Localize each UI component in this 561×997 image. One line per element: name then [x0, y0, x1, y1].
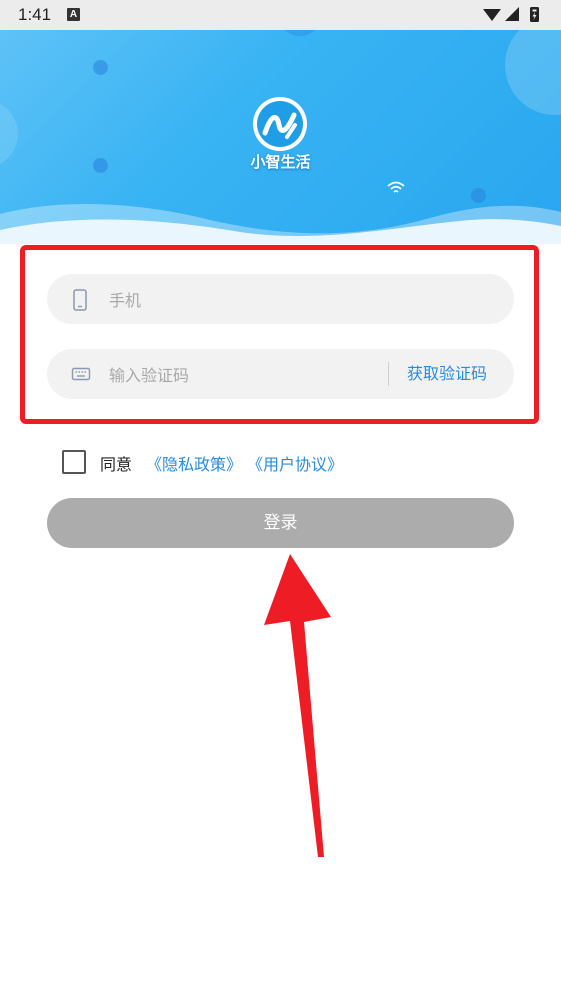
- verification-code-input[interactable]: [107, 349, 371, 401]
- wave-decoration: [0, 203, 561, 244]
- app-logo: [253, 97, 307, 151]
- agree-checkbox[interactable]: [62, 450, 86, 474]
- login-button[interactable]: 登录: [47, 498, 514, 548]
- phone-icon: [73, 289, 87, 311]
- notification-icon: A: [67, 8, 80, 21]
- verification-code-field[interactable]: 获取验证码: [47, 349, 514, 401]
- privacy-policy-link[interactable]: 《隐私政策》: [146, 451, 242, 475]
- decor-bubble: [277, 30, 323, 36]
- logo-mark-icon: [262, 112, 297, 139]
- keyboard-icon: [71, 367, 91, 381]
- wifi-status-icon: [483, 9, 501, 21]
- status-time: 1:41: [18, 5, 52, 24]
- app-name: 小智生活: [250, 153, 311, 171]
- get-code-button[interactable]: 获取验证码: [407, 349, 487, 399]
- decor-dot: [93, 60, 108, 75]
- status-bar: 1:41 A: [0, 0, 561, 30]
- agree-label: 同意: [100, 455, 133, 474]
- user-agreement-link[interactable]: 《用户协议》: [247, 451, 343, 475]
- header-banner: 小智生活: [0, 30, 561, 244]
- signal-icon: [505, 7, 519, 21]
- decor-bubble: [505, 30, 561, 115]
- field-divider: [388, 362, 389, 386]
- phone-input[interactable]: [107, 274, 371, 326]
- phone-field[interactable]: [47, 274, 514, 326]
- system-status-icons: [483, 7, 539, 22]
